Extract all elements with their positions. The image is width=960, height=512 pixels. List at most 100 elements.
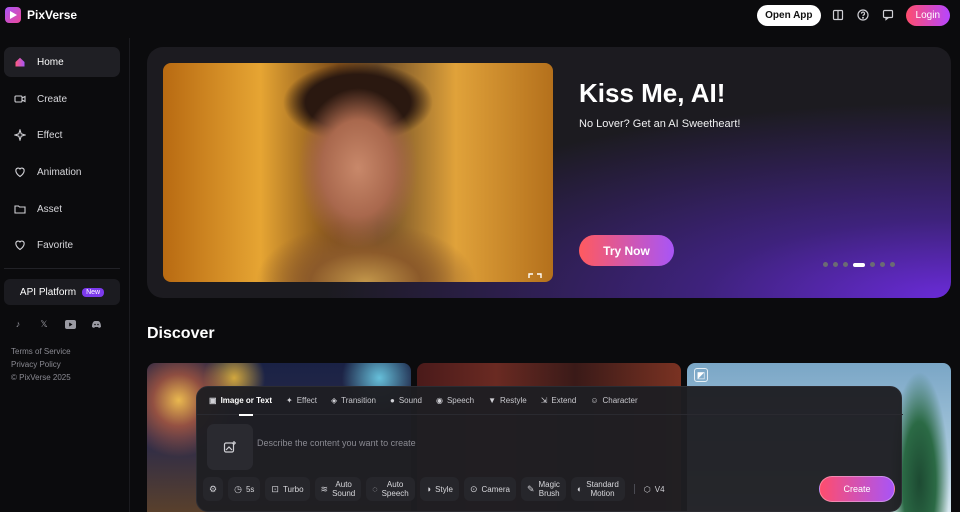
auto-speech-line-1: Auto xyxy=(386,480,404,489)
api-platform-button[interactable]: API Platform New xyxy=(4,279,120,305)
api-platform-label: API Platform xyxy=(19,286,77,298)
login-button[interactable]: Login xyxy=(905,4,950,26)
extend-icon: ⇲ xyxy=(540,396,548,405)
carousel-dot[interactable] xyxy=(843,262,848,267)
brand[interactable]: PixVerse xyxy=(5,7,77,23)
motion-mode-line-2: Motion xyxy=(590,489,615,498)
tiktok-icon[interactable]: ♪ xyxy=(12,318,24,330)
create-panel: ▣ Image or Text ✦ Effect ◈ Transition ● Soun… xyxy=(196,386,903,512)
tab-label: Restyle xyxy=(500,396,527,405)
motion-icon: ◐ xyxy=(576,483,583,494)
style-button[interactable]: ◑ Style xyxy=(419,477,459,501)
try-now-button[interactable]: Try Now xyxy=(579,235,674,266)
create-button[interactable]: Create xyxy=(819,476,895,502)
tab-label: Image or Text xyxy=(220,396,272,405)
help-icon[interactable] xyxy=(856,8,871,23)
tab-sound[interactable]: ● Sound xyxy=(390,387,422,415)
book-icon[interactable] xyxy=(831,8,846,23)
magic-brush-button[interactable]: ✎ Magic Brush xyxy=(520,477,566,501)
folder-icon xyxy=(13,202,27,216)
discord-icon[interactable] xyxy=(90,318,102,330)
turbo-label: Turbo xyxy=(282,484,304,494)
tab-label: Effect xyxy=(296,396,317,405)
youtube-icon[interactable] xyxy=(64,318,76,330)
heart-animation-icon xyxy=(13,165,27,179)
hero-image xyxy=(163,63,553,282)
sidebar-item-home[interactable]: Home xyxy=(4,47,120,77)
heart-icon xyxy=(13,238,27,252)
expand-icon[interactable] xyxy=(528,273,542,282)
transition-icon: ◈ xyxy=(331,396,338,405)
motion-mode-select[interactable]: ◐ Standard Motion xyxy=(570,477,625,501)
tab-speech[interactable]: ◉ Speech xyxy=(436,387,474,415)
carousel-dot[interactable] xyxy=(833,262,838,267)
settings-button[interactable]: ⚙ xyxy=(203,477,224,501)
image-icon: ▣ xyxy=(209,396,217,405)
sidebar-item-asset[interactable]: Asset xyxy=(4,194,120,224)
camera-button[interactable]: ⊙ Camera xyxy=(463,477,516,501)
sidebar-item-favorite[interactable]: Favorite xyxy=(4,230,120,260)
brand-name: PixVerse xyxy=(27,8,78,22)
speech-icon: ◉ xyxy=(435,396,443,405)
image-icon: ◩ xyxy=(694,368,708,382)
auto-speech-line-2: Speech xyxy=(381,489,409,498)
sidebar-item-effect[interactable]: Effect xyxy=(4,120,120,150)
carousel-dot[interactable] xyxy=(890,262,895,267)
generation-options: ⚙ ◷ 5s ⊡ Turbo ≋ Auto Sound ◌ Auto Speech ◑ Sty… xyxy=(203,477,665,501)
open-app-button[interactable]: Open App xyxy=(757,4,821,26)
character-icon: ☺ xyxy=(590,396,599,405)
model-version-select[interactable]: ⬡ V4 xyxy=(644,485,665,494)
options-divider xyxy=(633,484,635,494)
sliders-icon: ⚙ xyxy=(209,483,218,494)
tab-label: Speech xyxy=(446,396,475,405)
tab-label: Transition xyxy=(341,396,376,405)
copyright-text: © PixVerse 2025 xyxy=(11,373,71,382)
sidebar-item-label: Effect xyxy=(37,129,63,141)
tab-effect[interactable]: ✦ Effect xyxy=(286,387,317,415)
auto-speech-label: Auto Speech xyxy=(382,480,409,498)
new-badge: New xyxy=(82,287,105,297)
tab-image-or-text[interactable]: ▣ Image or Text xyxy=(209,387,272,416)
hero-banner[interactable]: Kiss Me, AI! No Lover? Get an AI Sweethe… xyxy=(147,47,951,298)
auto-speech-toggle[interactable]: ◌ Auto Speech xyxy=(366,477,415,501)
auto-sound-label: Auto Sound xyxy=(332,480,355,498)
hero-subtitle: No Lover? Get an AI Sweetheart! xyxy=(579,118,741,130)
motion-mode-label: Standard Motion xyxy=(586,480,618,498)
tab-label: Sound xyxy=(398,396,422,405)
sidebar-item-create[interactable]: Create xyxy=(4,84,120,114)
auto-sound-toggle[interactable]: ≋ Auto Sound xyxy=(314,477,362,501)
sidebar-item-label: Home xyxy=(37,56,64,68)
magic-brush-line-2: Brush xyxy=(538,489,560,498)
feedback-icon[interactable] xyxy=(881,8,896,23)
sparkle-icon xyxy=(13,128,27,142)
sidebar-item-label: Create xyxy=(37,93,68,105)
tab-transition[interactable]: ◈ Transition xyxy=(331,387,376,415)
sidebar-item-label: Favorite xyxy=(37,239,74,251)
duration-value: 5s xyxy=(245,484,255,494)
sidebar-item-animation[interactable]: Animation xyxy=(4,157,120,187)
carousel-dot[interactable] xyxy=(823,262,828,267)
carousel-dot[interactable] xyxy=(853,262,865,267)
sidebar-item-label: Animation xyxy=(37,166,82,178)
video-icon xyxy=(13,92,27,106)
waveform-icon: ≋ xyxy=(320,483,329,494)
image-upload-button[interactable] xyxy=(207,424,253,470)
tab-label: Extend xyxy=(551,396,577,405)
terms-link[interactable]: Terms of Service xyxy=(11,345,71,358)
tab-extend[interactable]: ⇲ Extend xyxy=(541,387,577,415)
footer-links: Terms of Service Privacy Policy © PixVer… xyxy=(11,345,71,384)
turbo-toggle[interactable]: ⊡ Turbo xyxy=(265,477,310,501)
x-icon[interactable]: 𝕏 xyxy=(38,318,50,330)
prompt-input[interactable] xyxy=(257,438,657,448)
style-label: Style xyxy=(435,484,453,494)
duration-select[interactable]: ◷ 5s xyxy=(228,477,261,501)
carousel-dot[interactable] xyxy=(880,262,885,267)
privacy-link[interactable]: Privacy Policy xyxy=(11,358,71,371)
restyle-icon: ▼ xyxy=(488,396,497,405)
carousel-dot[interactable] xyxy=(870,262,875,267)
home-icon xyxy=(13,55,27,69)
tab-character[interactable]: ☺ Character xyxy=(590,387,637,415)
pixverse-logo-icon xyxy=(5,7,21,23)
tab-restyle[interactable]: ▼ Restyle xyxy=(488,387,527,415)
lips-icon: ◌ xyxy=(372,483,378,494)
